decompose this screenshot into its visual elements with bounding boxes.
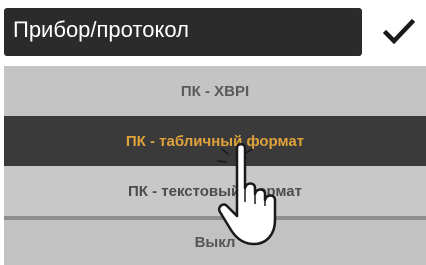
pointing-hand-icon <box>217 143 277 246</box>
title-bar: Прибор/протокол <box>4 8 362 56</box>
device-screen: Прибор/протокол ПК - XBPI ПК - табличный… <box>0 0 426 265</box>
page-title: Прибор/протокол <box>13 17 189 42</box>
confirm-button[interactable] <box>372 8 426 56</box>
header: Прибор/протокол <box>0 0 426 62</box>
option-pc-xbpi[interactable]: ПК - XBPI <box>4 66 426 116</box>
checkmark-icon <box>383 18 415 45</box>
option-label: ПК - XBPI <box>180 82 250 100</box>
